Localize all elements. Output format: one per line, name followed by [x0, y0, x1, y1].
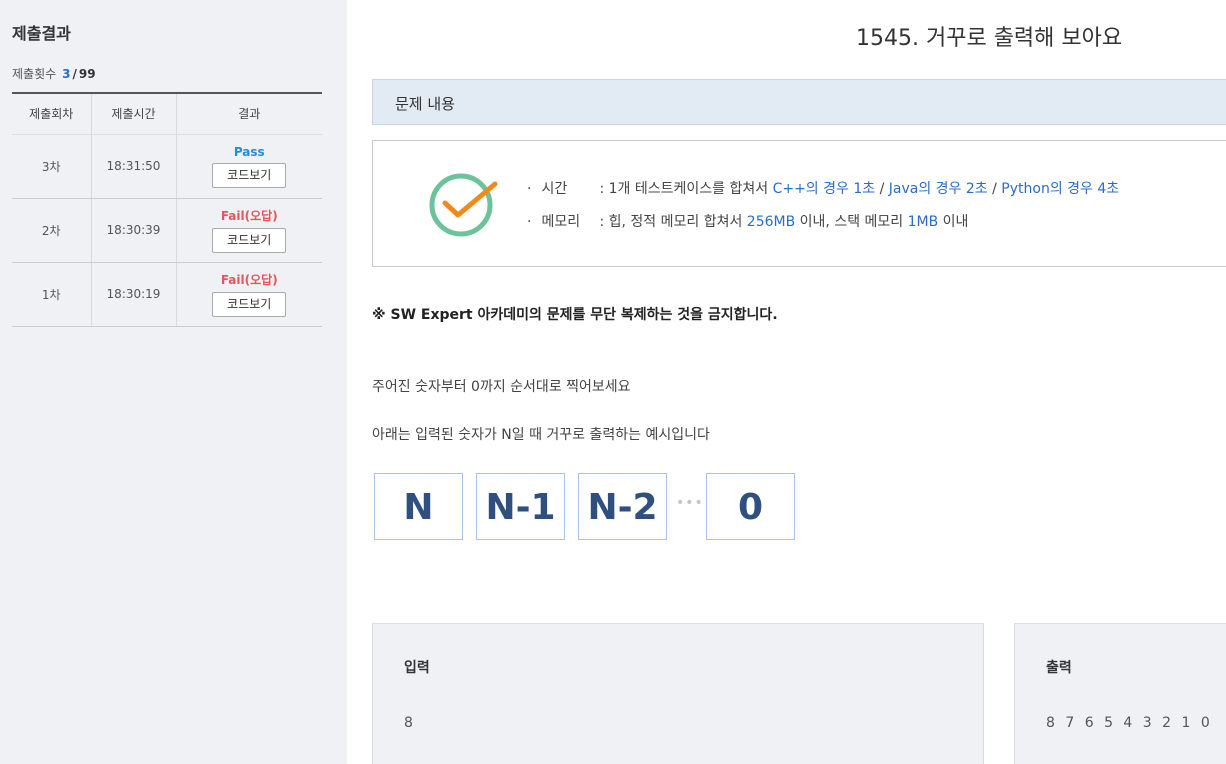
- header-time: 제출시간: [91, 92, 177, 135]
- output-value: 8 7 6 5 4 3 2 1 0: [1046, 715, 1213, 731]
- example-box: N: [374, 473, 463, 540]
- view-code-button[interactable]: 코드보기: [212, 228, 287, 253]
- result-cell: Fail(오답) 코드보기: [176, 198, 322, 263]
- memory-limit-row: · 메모리 : 힙, 정적 메모리 합쳐서 256MB 이내, 스택 메모리 1MB…: [527, 211, 968, 231]
- example-box: N-1: [476, 473, 565, 540]
- table-header-row: 제출회차 제출시간 결과: [12, 92, 322, 135]
- view-code-button[interactable]: 코드보기: [212, 292, 287, 317]
- sidebar-title: 제출결과: [12, 24, 71, 43]
- result-cell: Pass 코드보기: [176, 134, 322, 199]
- submission-count: 제출횟수 3/99: [12, 65, 96, 82]
- time-limit-row: · 시간 : 1개 테스트케이스를 합쳐서 C++의 경우 1초 / Java의 경…: [527, 178, 1119, 198]
- input-label: 입력: [404, 660, 430, 676]
- submission-count-label: 제출횟수: [12, 67, 57, 81]
- round-cell: 2차: [12, 198, 92, 263]
- memory-heap: 256MB: [746, 214, 796, 230]
- round-cell: 3차: [12, 134, 92, 199]
- problem-title: 1545. 거꾸로 출력해 보아요: [856, 26, 1123, 51]
- example-description: 아래는 입력된 숫자가 N일 때 거꾸로 출력하는 예시입니다: [372, 427, 710, 443]
- copyright-notice: ※ SW Expert 아카데미의 문제를 무단 복제하는 것을 금지합니다.: [372, 307, 778, 323]
- bullet: ·: [527, 181, 532, 197]
- result-status: Fail(오답): [220, 209, 278, 223]
- result-status: Fail(오답): [220, 273, 278, 287]
- ellipsis-dots: •••: [676, 495, 704, 511]
- output-panel: 출력 8 7 6 5 4 3 2 1 0: [1014, 623, 1226, 764]
- time-cell: 18:30:39: [91, 198, 177, 263]
- submission-table: 제출회차 제출시간 결과 3차 18:31:50 Pass 코드보기 2차 18…: [12, 92, 322, 327]
- submission-sidebar: 제출결과 제출횟수 3/99 제출회차 제출시간 결과 3차 18:31:50 P…: [0, 0, 347, 764]
- check-circle-icon: [429, 173, 498, 237]
- table-row: 3차 18:31:50 Pass 코드보기: [12, 134, 322, 199]
- memory-suffix: 이내: [938, 214, 969, 230]
- time-java: Java의 경우 2초: [888, 181, 988, 197]
- example-box: N-2: [578, 473, 667, 540]
- example-box: 0: [706, 473, 795, 540]
- result-cell: Fail(오답) 코드보기: [176, 262, 322, 327]
- time-python: Python의 경우 4초: [1001, 181, 1120, 197]
- time-label: 시간: [541, 181, 568, 197]
- time-prefix: : 1개 테스트케이스를 합쳐서: [599, 181, 773, 197]
- input-value: 8: [404, 715, 416, 731]
- table-row: 1차 18:30:19 Fail(오답) 코드보기: [12, 262, 322, 327]
- time-cpp: C++의 경우 1초: [772, 181, 876, 197]
- view-code-button[interactable]: 코드보기: [212, 162, 287, 188]
- input-panel: 입력 8: [372, 623, 984, 764]
- round-cell: 1차: [12, 262, 92, 327]
- output-label: 출력: [1046, 660, 1072, 676]
- header-round: 제출회차: [12, 92, 92, 135]
- section-title: 문제 내용: [395, 95, 455, 113]
- result-status: Pass: [233, 144, 265, 159]
- table-row: 2차 18:30:39 Fail(오답) 코드보기: [12, 198, 322, 263]
- problem-description: 주어진 숫자부터 0까지 순서대로 찍어보세요: [372, 379, 631, 395]
- submission-count-total: 99: [78, 67, 96, 81]
- memory-prefix: : 힙, 정적 메모리 합쳐서: [599, 214, 747, 230]
- sep: /: [875, 181, 889, 197]
- section-header: 문제 내용: [372, 79, 1226, 125]
- header-result: 결과: [176, 92, 322, 135]
- time-cell: 18:30:19: [91, 262, 177, 327]
- submission-count-sep: /: [72, 67, 77, 81]
- memory-stack: 1MB: [907, 214, 939, 230]
- memory-mid: 이내, 스택 메모리: [795, 214, 908, 230]
- submission-count-num: 3: [62, 67, 71, 81]
- bullet: ·: [527, 214, 532, 230]
- constraints-box: · 시간 : 1개 테스트케이스를 합쳐서 C++의 경우 1초 / Java의 경…: [372, 140, 1226, 267]
- time-cell: 18:31:50: [91, 134, 177, 199]
- memory-label: 메모리: [541, 214, 581, 230]
- sep: /: [987, 181, 1002, 197]
